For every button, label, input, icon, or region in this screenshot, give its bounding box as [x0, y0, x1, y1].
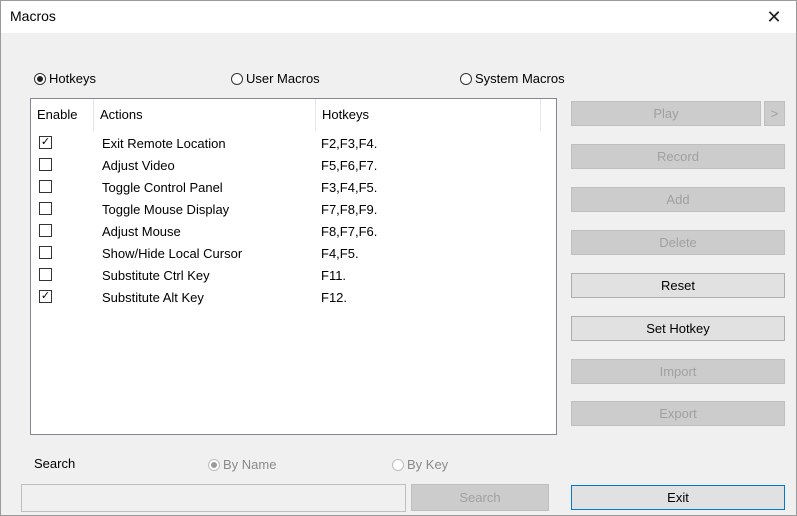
column-header-enable[interactable]: Enable [31, 99, 94, 131]
radio-hotkeys[interactable]: Hotkeys [34, 71, 96, 86]
reset-button[interactable]: Reset [571, 273, 785, 298]
action-name: Adjust Video [102, 158, 175, 173]
action-name: Substitute Ctrl Key [102, 268, 210, 283]
import-button[interactable]: Import [571, 359, 785, 384]
hotkey-value: F2,F3,F4. [321, 136, 378, 151]
exit-button[interactable]: Exit [571, 485, 785, 510]
radio-user-macros-label: User Macros [246, 71, 320, 86]
radio-by-name[interactable]: By Name [208, 457, 276, 472]
enable-checkbox[interactable] [39, 180, 52, 193]
column-header-actions[interactable]: Actions [94, 99, 316, 131]
radio-checked-icon [34, 72, 46, 85]
radio-unchecked-icon [231, 72, 243, 85]
record-button[interactable]: Record [571, 144, 785, 169]
list-item[interactable]: Adjust Mouse F8,F7,F6. [31, 221, 556, 243]
title-bar: Macros ✕ [1, 1, 796, 33]
add-button[interactable]: Add [571, 187, 785, 212]
list-item[interactable]: ✓ Substitute Alt Key F12. [31, 287, 556, 309]
close-icon[interactable]: ✕ [752, 1, 796, 33]
list-item[interactable]: Adjust Video F5,F6,F7. [31, 155, 556, 177]
set-hotkey-button[interactable]: Set Hotkey [571, 316, 785, 341]
export-button[interactable]: Export [571, 401, 785, 426]
search-label: Search [34, 456, 76, 471]
action-name: Exit Remote Location [102, 136, 226, 151]
hotkey-value: F11. [321, 268, 347, 283]
hotkey-value: F3,F4,F5. [321, 180, 378, 195]
play-button[interactable]: Play [571, 101, 761, 126]
list-item[interactable]: Toggle Control Panel F3,F4,F5. [31, 177, 556, 199]
action-name: Substitute Alt Key [102, 290, 204, 305]
radio-by-key[interactable]: By Key [392, 457, 448, 472]
radio-system-macros[interactable]: System Macros [460, 71, 565, 86]
action-name: Show/Hide Local Cursor [102, 246, 243, 261]
list-item[interactable]: Toggle Mouse Display F7,F8,F9. [31, 199, 556, 221]
search-button[interactable]: Search [411, 484, 549, 511]
action-name: Toggle Mouse Display [102, 202, 230, 217]
macros-dialog: Macros ✕ Hotkeys User Macros System Macr… [0, 0, 797, 516]
radio-unchecked-icon [392, 458, 404, 471]
enable-checkbox[interactable]: ✓ [39, 290, 52, 303]
action-name: Adjust Mouse [102, 224, 181, 239]
enable-checkbox[interactable] [39, 268, 52, 281]
enable-checkbox[interactable]: ✓ [39, 136, 52, 149]
radio-checked-icon [208, 458, 220, 471]
enable-checkbox[interactable] [39, 246, 52, 259]
enable-checkbox[interactable] [39, 224, 52, 237]
action-name: Toggle Control Panel [102, 180, 223, 195]
enable-checkbox[interactable] [39, 202, 52, 215]
list-item[interactable]: ✓ Exit Remote Location F2,F3,F4. [31, 133, 556, 155]
macros-list[interactable]: Enable Actions Hotkeys ✓ Exit Remote Loc… [30, 98, 557, 435]
delete-button[interactable]: Delete [571, 230, 785, 255]
hotkey-value: F4,F5. [321, 246, 359, 261]
hotkey-value: F8,F7,F6. [321, 224, 378, 239]
radio-by-key-label: By Key [407, 457, 449, 472]
list-item[interactable]: Substitute Ctrl Key F11. [31, 265, 556, 287]
hotkey-value: F5,F6,F7. [321, 158, 378, 173]
radio-hotkeys-label: Hotkeys [49, 71, 96, 86]
search-input[interactable] [21, 484, 406, 512]
radio-system-macros-label: System Macros [475, 71, 565, 86]
radio-user-macros[interactable]: User Macros [231, 71, 320, 86]
column-header-hotkeys[interactable]: Hotkeys [316, 99, 541, 131]
hotkey-value: F7,F8,F9. [321, 202, 378, 217]
play-options-button[interactable]: > [764, 101, 785, 126]
hotkey-value: F12. [321, 290, 348, 305]
list-item[interactable]: Show/Hide Local Cursor F4,F5. [31, 243, 556, 265]
radio-by-name-label: By Name [223, 457, 277, 472]
list-header: Enable Actions Hotkeys [31, 99, 556, 131]
list-rows: ✓ Exit Remote Location F2,F3,F4. Adjust … [31, 133, 556, 309]
window-title: Macros [10, 8, 56, 24]
radio-unchecked-icon [460, 72, 472, 85]
enable-checkbox[interactable] [39, 158, 52, 171]
